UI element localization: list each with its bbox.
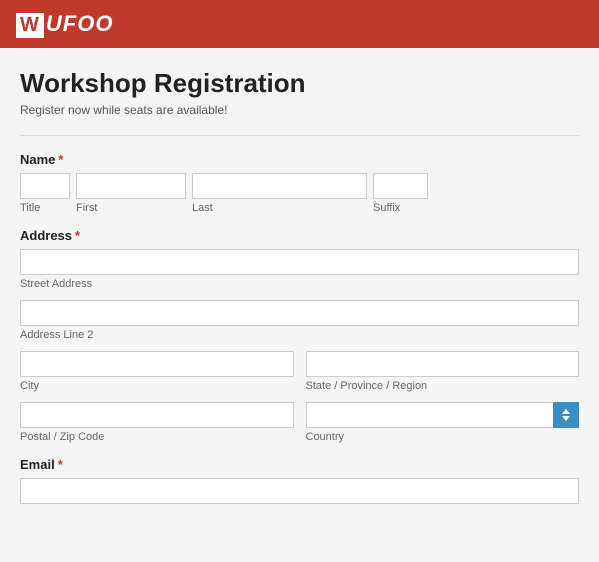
address-line2-input[interactable]: [20, 300, 579, 326]
name-title-input[interactable]: [20, 173, 70, 199]
city-col: City: [20, 351, 294, 392]
name-first-col: First: [76, 173, 186, 214]
city-state-row: City State / Province / Region: [20, 351, 579, 392]
email-label: Email*: [20, 457, 579, 472]
state-input[interactable]: [306, 351, 580, 377]
logo-w-box: W: [16, 13, 44, 38]
state-label: State / Province / Region: [306, 380, 580, 392]
street-address-wrapper: Street Address: [20, 249, 579, 290]
zip-input[interactable]: [20, 402, 294, 428]
name-last-input[interactable]: [192, 173, 367, 199]
street-address-input[interactable]: [20, 249, 579, 275]
name-suffix-label: Suffix: [373, 202, 428, 214]
name-last-col: Last: [192, 173, 367, 214]
name-title-col: Title: [20, 173, 70, 214]
email-input[interactable]: [20, 478, 579, 504]
name-title-label: Title: [20, 202, 70, 214]
name-last-label: Last: [192, 202, 367, 214]
city-input[interactable]: [20, 351, 294, 377]
country-col: United States Canada United Kingdom Coun…: [306, 402, 580, 443]
country-select[interactable]: United States Canada United Kingdom: [306, 402, 580, 428]
header: WUFOO: [0, 0, 599, 48]
divider: [20, 135, 579, 136]
app-wrapper: WUFOO Workshop Registration Register now…: [0, 0, 599, 562]
state-col: State / Province / Region: [306, 351, 580, 392]
name-suffix-col: Suffix: [373, 173, 428, 214]
address-line2-label: Address Line 2: [20, 329, 93, 341]
address-line2-wrapper: Address Line 2: [20, 300, 579, 341]
zip-country-row: Postal / Zip Code United States Canada U…: [20, 402, 579, 443]
name-field-group: Name* Title First Last Suffix: [20, 152, 579, 214]
form-subtitle: Register now while seats are available!: [20, 103, 579, 117]
name-first-input[interactable]: [76, 173, 186, 199]
country-select-wrapper[interactable]: United States Canada United Kingdom: [306, 402, 580, 428]
street-address-label: Street Address: [20, 278, 92, 290]
name-first-label: First: [76, 202, 186, 214]
form-container: Workshop Registration Register now while…: [0, 48, 599, 562]
city-label: City: [20, 380, 294, 392]
zip-label: Postal / Zip Code: [20, 431, 294, 443]
country-label: Country: [306, 431, 580, 443]
address-required-star: *: [75, 228, 80, 243]
page-title: Workshop Registration: [20, 68, 579, 99]
email-required-star: *: [58, 457, 63, 472]
name-label: Name*: [20, 152, 579, 167]
email-field-group: Email*: [20, 457, 579, 504]
address-field-group: Address* Street Address Address Line 2 C…: [20, 228, 579, 443]
name-required-star: *: [58, 152, 63, 167]
logo: WUFOO: [16, 11, 113, 38]
name-row: Title First Last Suffix: [20, 173, 579, 214]
zip-col: Postal / Zip Code: [20, 402, 294, 443]
address-label: Address*: [20, 228, 579, 243]
name-suffix-input[interactable]: [373, 173, 428, 199]
